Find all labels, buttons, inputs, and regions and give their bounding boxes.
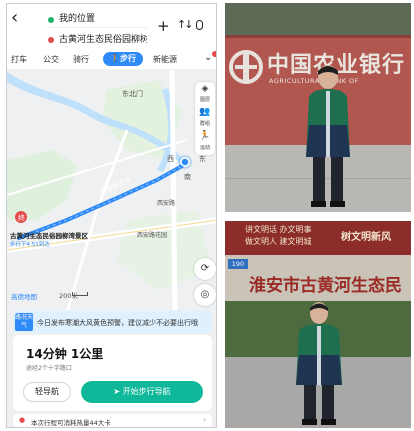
tab-walk-label: 步行: [119, 54, 136, 63]
destination-dot-icon: [48, 37, 54, 43]
bank-logo-icon: [229, 50, 263, 84]
weather-icon: 路况天气: [15, 313, 34, 331]
student-figure: [296, 302, 342, 425]
banner-line-2: 做文明人 建文明城: [245, 237, 312, 246]
map-label-south: 南: [184, 173, 191, 181]
layers-icon[interactable]: ◈: [195, 84, 215, 94]
scale-label: 200米: [59, 292, 78, 300]
map-side-toolbar: ◈ 图层 👥 群组 🏃 运动: [195, 82, 215, 155]
tab-bus[interactable]: 公交: [43, 54, 59, 65]
destination-input[interactable]: 古黄河生态民俗园柳树...: [59, 32, 147, 45]
weather-alert-text: 今日发布寒潮大风黄色预警，建议减少不必要出行哦: [37, 319, 198, 327]
park-sign-text: 淮安市古黄河生态民: [249, 276, 402, 296]
tab-ev[interactable]: 新能源: [153, 54, 177, 65]
route-duration: 14分钟 1公里: [26, 347, 104, 361]
side-tool-sport[interactable]: 运动: [195, 144, 215, 151]
flame-icon: ●: [19, 416, 26, 424]
swap-icon[interactable]: ↑↓: [177, 18, 194, 31]
tab-taxi[interactable]: 打车: [11, 54, 27, 65]
bus-plate: 190: [228, 259, 248, 269]
header-divider: [47, 27, 148, 28]
photo-bank-front: 中国农业银行 AGRICULTURAL BANK OF: [225, 3, 411, 212]
student-figure: [306, 65, 350, 207]
origin-dot-icon: [48, 17, 54, 23]
mic-icon[interactable]: [196, 20, 203, 30]
map-label-walk-time: 步行下4.51到达: [10, 242, 50, 248]
back-icon[interactable]: ‹: [11, 8, 18, 28]
tab-bike[interactable]: 骑行: [73, 54, 89, 65]
photo-park-sign: 讲文明话 办文明事 做文明人 建文明城 树文明新风 190 淮安市古黄河生态民: [225, 221, 411, 428]
weather-alert-bar[interactable]: 路况天气 今日发布寒潮大风黄色预警，建议减少不必要出行哦: [13, 311, 212, 333]
map-label-north-gate: 东北门: [122, 90, 143, 98]
map-label-west: 西: [167, 155, 174, 163]
route-card[interactable]: 14分钟 1公里 途经2个十字路口 轻导航 ➤ 开始步行导航: [13, 335, 212, 411]
side-tool-layers[interactable]: 图层: [195, 96, 215, 103]
refresh-icon[interactable]: ⟳: [194, 258, 216, 280]
start-walk-navigation-button[interactable]: ➤ 开始步行导航: [81, 381, 203, 403]
map-label-place-name: 古黄河生态民俗园柳湾景区: [10, 232, 88, 240]
light-navigation-button[interactable]: 轻导航: [23, 382, 71, 402]
map-app-screenshot: ‹ 我的位置 古黄河生态民俗园柳树... + ↑↓ 打车 公交 骑行 🚶步行 新…: [6, 3, 217, 428]
origin-input[interactable]: 我的位置: [59, 11, 95, 24]
map-label-west-lake-garden: 西安路花园: [137, 232, 168, 239]
route-panel: 路况天气 今日发布寒潮大风黄色预警，建议减少不必要出行哦 14分钟 1公里 途经…: [7, 310, 216, 427]
road: [169, 70, 178, 312]
group-icon[interactable]: 👥: [195, 107, 215, 117]
chevron-right-icon[interactable]: ›: [203, 415, 206, 424]
walk-icon: 🚶: [110, 54, 120, 63]
map-label-east: 东: [199, 155, 206, 163]
svg-text:终: 终: [18, 213, 25, 222]
side-tool-group[interactable]: 群组: [195, 120, 215, 127]
current-location-icon: [180, 157, 190, 167]
calorie-text: 本次行程可消耗热量44大卡: [31, 419, 111, 427]
banner-line-1: 讲文明话 办文明事: [245, 225, 312, 234]
route-header: ‹ 我的位置 古黄河生态民俗园柳树... + ↑↓: [7, 4, 216, 51]
route-subtitle: 途经2个十字路口: [26, 365, 72, 372]
travel-mode-tabs: 打车 公交 骑行 🚶步行 新能源 ⌄: [7, 51, 216, 70]
map-logo: 高德地图: [11, 293, 37, 301]
start-walk-navigation-label: 开始步行导航: [122, 387, 171, 396]
sport-icon[interactable]: 🏃: [195, 131, 215, 141]
map-view[interactable]: 终 东北门 健康路步道 古黄河生态民俗园柳湾景区 步行下4.51到达 西安路花园…: [7, 70, 216, 312]
tab-walk[interactable]: 🚶步行: [103, 52, 143, 66]
notification-badge: [212, 51, 216, 57]
map-label-lake: 西安路: [157, 200, 176, 207]
trees-background: [225, 3, 411, 35]
banner-side-text: 树文明新风: [341, 232, 391, 243]
calorie-bar[interactable]: ● 本次行程可消耗热量44大卡 ›: [13, 414, 212, 427]
facade-edge: [225, 35, 411, 38]
navigation-arrow-icon: ➤: [113, 387, 123, 396]
locate-icon[interactable]: ◎: [194, 284, 216, 306]
plus-icon[interactable]: +: [157, 17, 170, 35]
